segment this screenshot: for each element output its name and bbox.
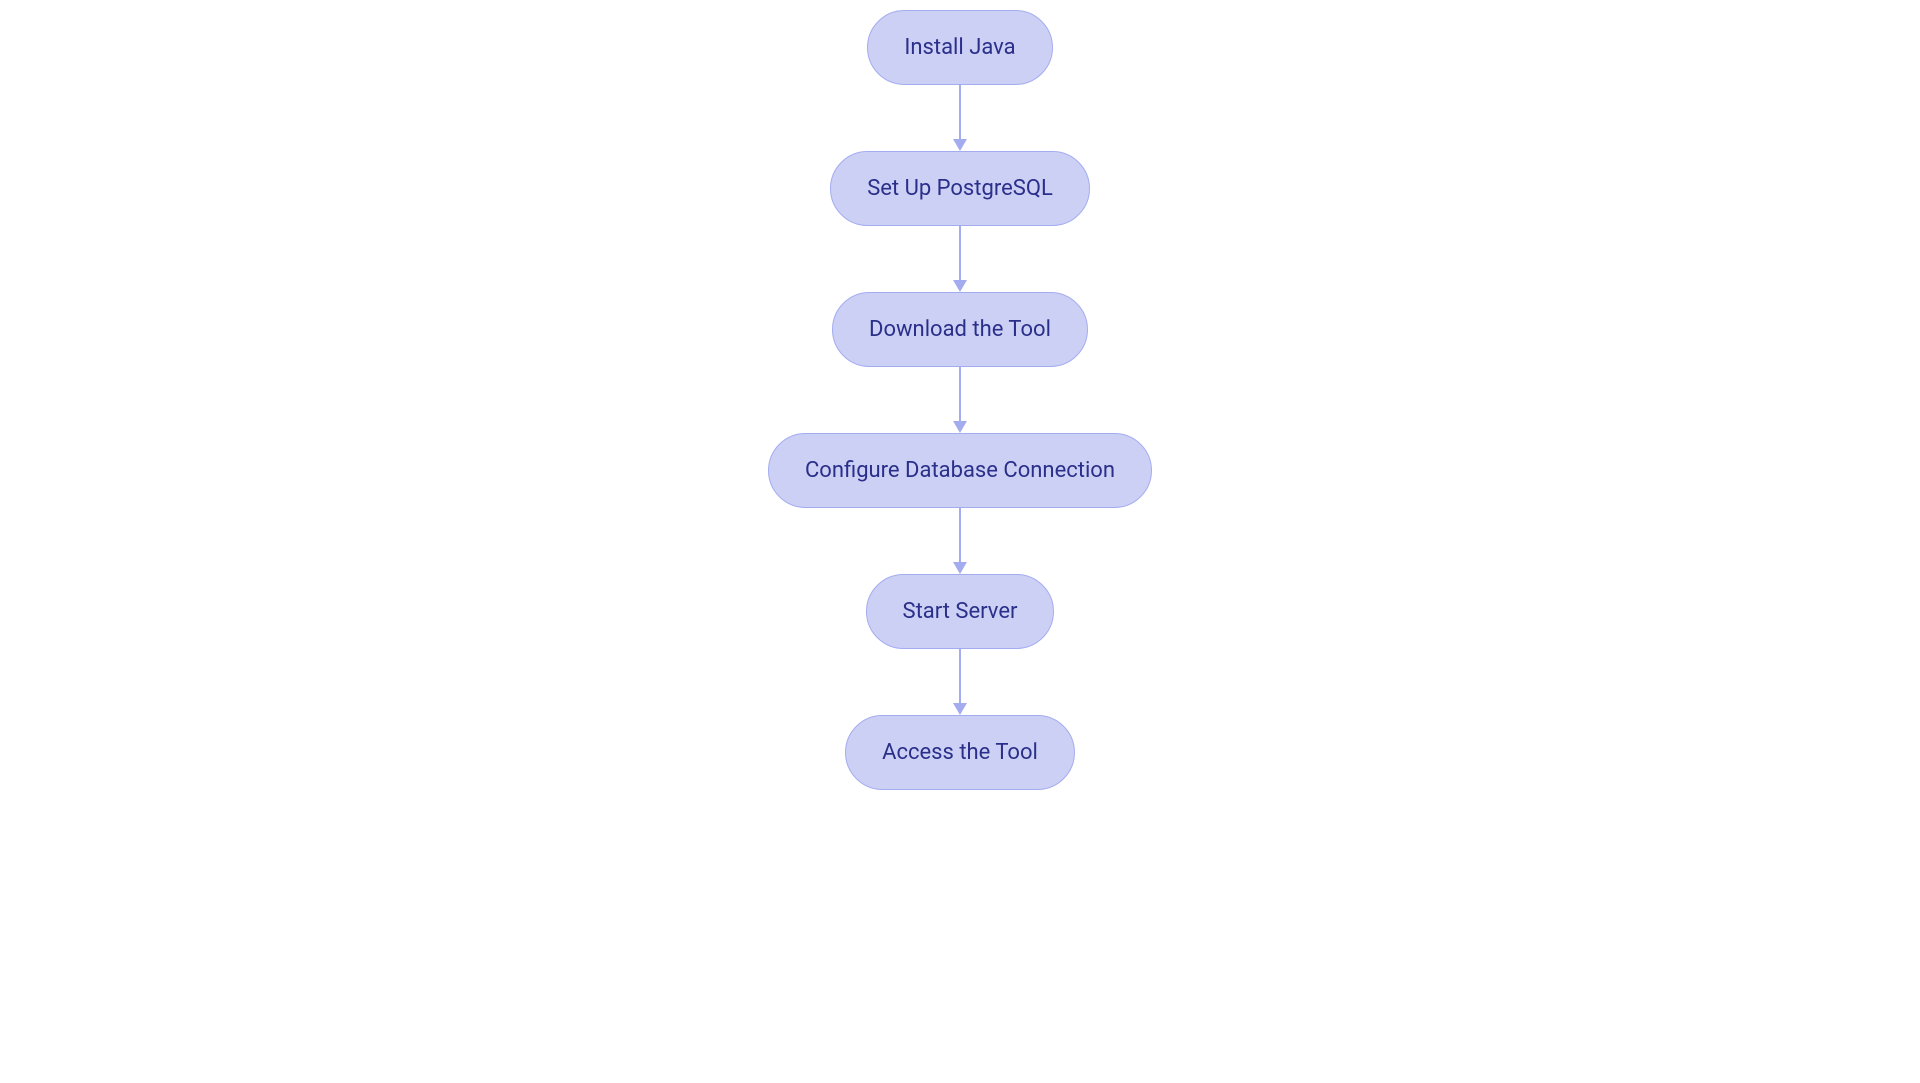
- arrow-head: [953, 421, 967, 433]
- node-label: Start Server: [903, 599, 1018, 624]
- flowchart-node-1: Install Java: [867, 10, 1052, 85]
- arrow-icon: [953, 508, 967, 574]
- arrow-head: [953, 562, 967, 574]
- arrow-line: [959, 508, 961, 562]
- arrow-line: [959, 85, 961, 139]
- arrow-icon: [953, 367, 967, 433]
- arrow-icon: [953, 226, 967, 292]
- node-label: Download the Tool: [869, 317, 1051, 342]
- node-label: Access the Tool: [882, 740, 1038, 765]
- arrow-head: [953, 703, 967, 715]
- node-label: Configure Database Connection: [805, 458, 1115, 483]
- arrow-head: [953, 139, 967, 151]
- arrow-line: [959, 367, 961, 421]
- arrow-icon: [953, 649, 967, 715]
- flowchart: Install Java Set Up PostgreSQL Download …: [768, 10, 1152, 790]
- arrow-icon: [953, 85, 967, 151]
- node-label: Set Up PostgreSQL: [867, 176, 1053, 201]
- node-label: Install Java: [904, 35, 1015, 60]
- arrow-line: [959, 649, 961, 703]
- arrow-head: [953, 280, 967, 292]
- arrow-line: [959, 226, 961, 280]
- flowchart-node-2: Set Up PostgreSQL: [830, 151, 1090, 226]
- flowchart-node-3: Download the Tool: [832, 292, 1088, 367]
- flowchart-node-4: Configure Database Connection: [768, 433, 1152, 508]
- flowchart-node-5: Start Server: [866, 574, 1055, 649]
- flowchart-node-6: Access the Tool: [845, 715, 1075, 790]
